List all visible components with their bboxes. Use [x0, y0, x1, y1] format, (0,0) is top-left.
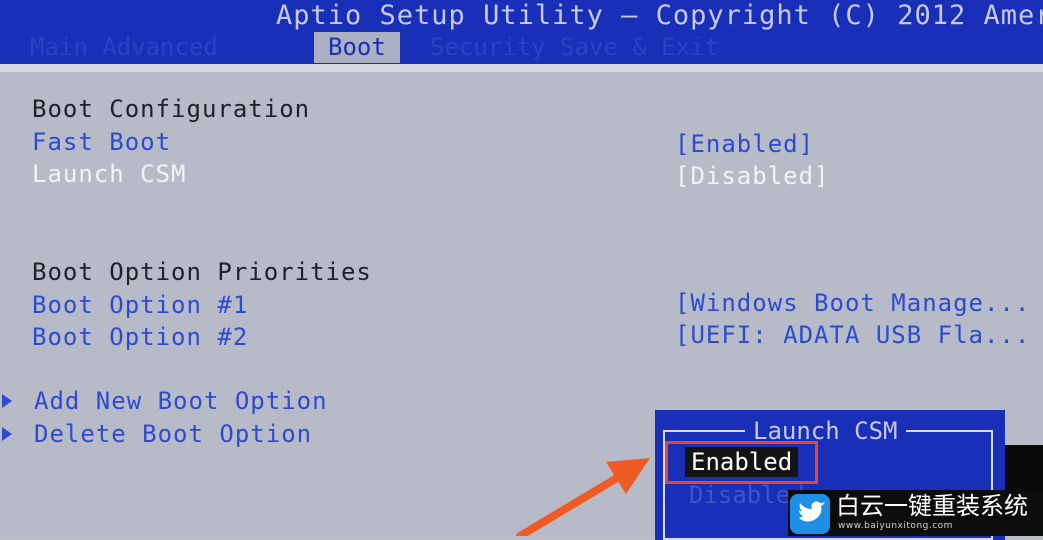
watermark-url: www.baiyunxitong.com [838, 521, 953, 531]
watermark-logo: 白云一键重装系统 www.baiyunxitong.com [788, 490, 1043, 536]
watermark-name: 白云一键重装系统 [836, 492, 1028, 520]
callout-arrow-icon [516, 458, 650, 536]
bird-icon [790, 494, 830, 534]
